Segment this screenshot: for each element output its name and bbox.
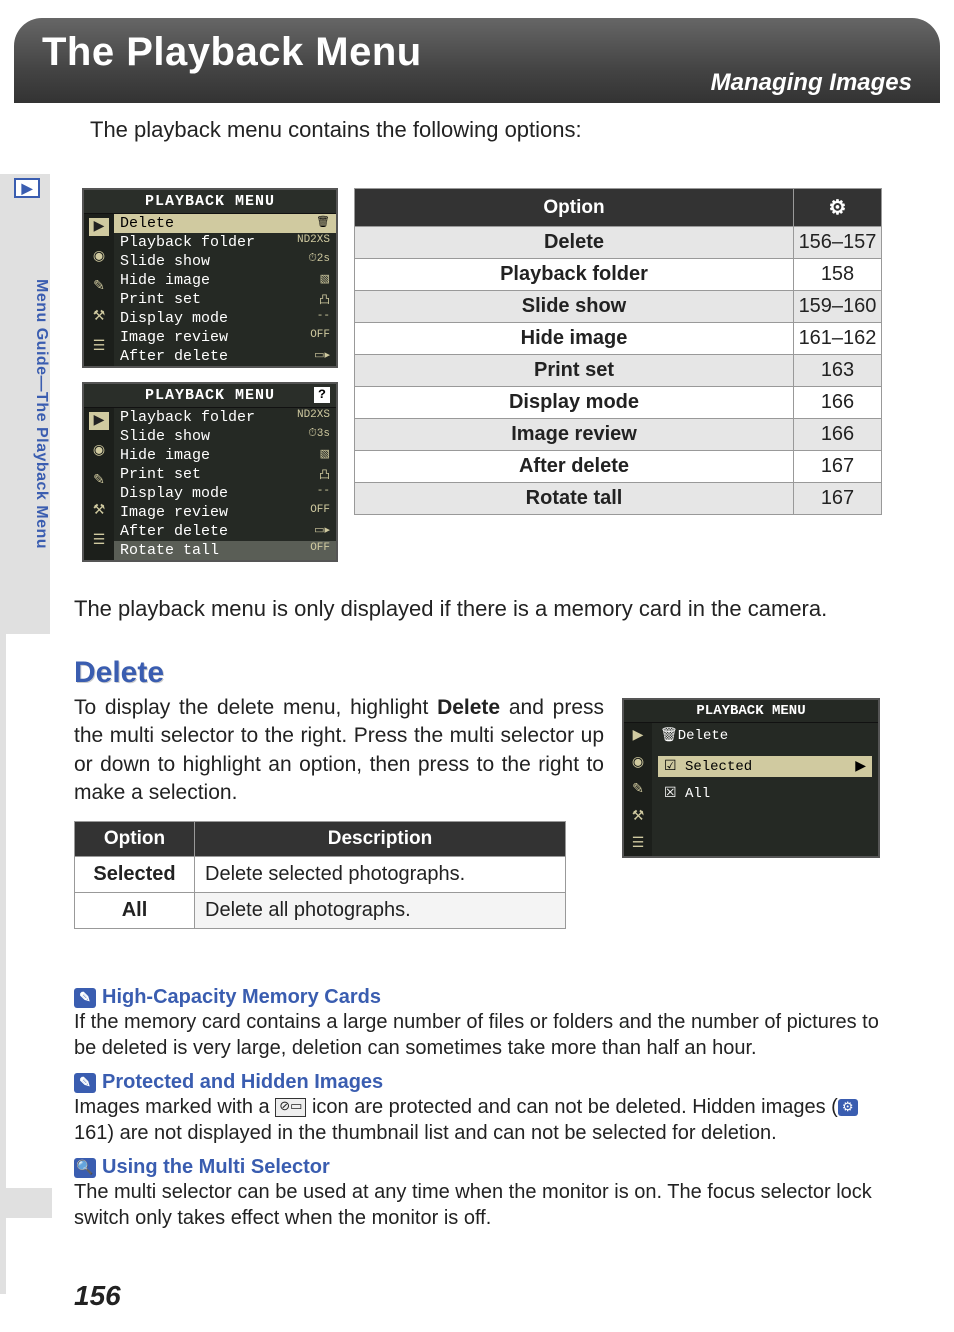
menu-item: Playback folderND2XS [114,408,336,427]
menu-item: Hide image▧ [114,446,336,465]
menu-item: Playback folderND2XS [114,233,336,252]
camera-tab-icon: ◉ [89,248,109,266]
note-title: ✎Protected and Hidden Images [74,1071,884,1094]
menu-items: Delete🗑 Playback folderND2XS Slide show⏱… [114,214,336,366]
delete-menu-screenshot: PLAYBACK MENU ▶ ◉ ✎ ⚒ ☰ 🗑Delete ☑ Select… [622,698,880,858]
playback-icon: ▶ [14,178,40,198]
page-number: 156 [74,1280,121,1312]
table-row: Image review166 [355,419,882,451]
menu-item: Display mode-- [114,309,336,328]
option-column-header: Option [355,189,794,227]
table-header: Option ⚙ [355,189,882,227]
camera-tab-icon: ◉ [89,442,109,460]
delete-options-table: Option Description Selected Delete selec… [74,821,566,929]
table-row: Display mode166 [355,387,882,419]
page-column-header: ⚙ [794,189,882,227]
table-row: Rotate tall167 [355,483,882,515]
pencil-icon: ✎ [74,1073,96,1093]
note-text: Images marked with a ⊘▭ icon are protect… [74,1094,884,1146]
options-table: Option ⚙ Delete156–157 Playback folder15… [354,188,882,515]
table-row: Slide show159–160 [355,291,882,323]
intro-text: The playback menu contains the following… [90,117,884,143]
menu-item: Rotate tallOFF [114,541,336,560]
play-tab-icon: ▶ [89,412,109,430]
option-header: Option [75,822,195,857]
side-tab-label: Menu Guide—The Playback Menu [6,214,50,614]
menu-item: Display mode-- [114,484,336,503]
recent-tab-icon: ☰ [632,835,645,852]
table-row: Print set163 [355,355,882,387]
pencil-tab-icon: ✎ [89,472,109,490]
wrench-tab-icon: ⚒ [89,502,109,520]
side-tab: ▶ Menu Guide—The Playback Menu [6,174,50,634]
description-header: Description [195,822,566,857]
menu-item: Image reviewOFF [114,503,336,522]
table-row: Delete156–157 [355,227,882,259]
memory-card-note: The playback menu is only displayed if t… [74,594,884,624]
help-icon: ? [314,387,330,403]
menu-screenshots-column: PLAYBACK MENU ▶ ◉ ✎ ⚒ ☰ Delete🗑 Playback… [82,188,338,576]
table-row: Hide image161–162 [355,323,882,355]
title-banner: The Playback Menu Managing Images [14,18,940,103]
menu-title: PLAYBACK MENU [84,190,336,214]
menu-title: PLAYBACK MENU [624,700,878,723]
pencil-icon: ✎ [74,988,96,1008]
page-ref-icon: ⚙ [838,1099,858,1116]
table-row: All Delete all photographs. [75,893,566,929]
note-text: The multi selector can be used at any ti… [74,1179,884,1231]
menu-tabs-icons: ▶ ◉ ✎ ⚒ ☰ [624,723,652,856]
note-title: 🔍Using the Multi Selector [74,1156,884,1179]
menu-items: Playback folderND2XS Slide show⏱3s Hide … [114,408,336,560]
menu-item: Hide image▧ [114,271,336,290]
note-title: ✎High-Capacity Memory Cards [74,986,884,1009]
table-row: After delete167 [355,451,882,483]
playback-menu-screenshot-2: PLAYBACK MENU ? ▶ ◉ ✎ ⚒ ☰ Playback folde… [82,382,338,562]
menu-item: After delete▭▸ [114,522,336,541]
protect-icon: ⊘▭ [275,1098,306,1117]
pencil-tab-icon: ✎ [89,278,109,296]
menu-item: After delete▭▸ [114,347,336,366]
menu-item: Slide show⏱2s [114,252,336,271]
magnify-icon: 🔍 [74,1158,96,1178]
play-tab-icon: ▶ [633,727,644,744]
table-header: Option Description [75,822,566,857]
menu-tabs-icons: ▶ ◉ ✎ ⚒ ☰ [84,408,114,560]
play-tab-icon: ▶ [89,218,109,236]
menu-item: Print set凸 [114,290,336,309]
wrench-tab-icon: ⚒ [89,308,109,326]
arrow-right-icon: ▶ [855,758,866,775]
table-row: Selected Delete selected photographs. [75,857,566,893]
menu-tabs-icons: ▶ ◉ ✎ ⚒ ☰ [84,214,114,366]
delete-paragraph: To display the delete menu, highlight De… [74,694,604,807]
menu-title: PLAYBACK MENU [84,384,336,408]
menu-item: Print set凸 [114,465,336,484]
menu-item: Slide show⏱3s [114,427,336,446]
recent-tab-icon: ☰ [89,338,109,356]
delete-heading: Delete [74,656,954,690]
camera-tab-icon: ◉ [632,754,644,771]
recent-tab-icon: ☰ [89,532,109,550]
menu-item: Delete🗑 [114,214,336,233]
menu-item-all: ☒ All [658,783,872,804]
notes-block: ✎High-Capacity Memory Cards If the memor… [0,976,954,1231]
note-text: If the memory card contains a large numb… [74,1009,884,1061]
wrench-tab-icon: ⚒ [632,808,645,825]
pencil-tab-icon: ✎ [632,781,644,798]
playback-menu-screenshot-1: PLAYBACK MENU ▶ ◉ ✎ ⚒ ☰ Delete🗑 Playback… [82,188,338,368]
delete-submenu-title: 🗑Delete [658,725,872,750]
table-row: Playback folder158 [355,259,882,291]
menu-item-selected: ☑ Selected▶ [658,756,872,777]
menu-item: Image reviewOFF [114,328,336,347]
